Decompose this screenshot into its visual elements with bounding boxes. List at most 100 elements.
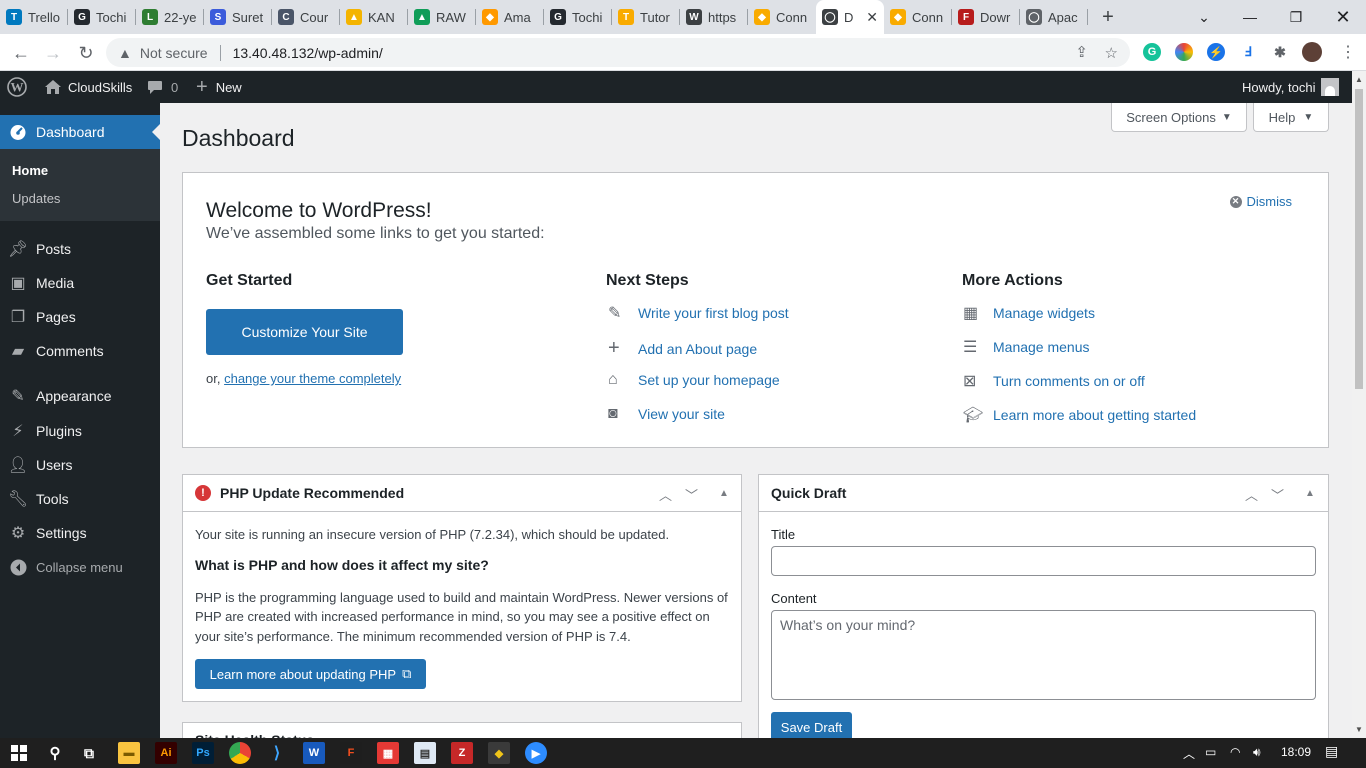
menu-tools[interactable]: 🔧︎ Tools [0, 482, 160, 516]
scroll-down-arrow-icon[interactable]: ▼ [1355, 725, 1363, 734]
submenu-home[interactable]: Home [12, 163, 48, 178]
file-explorer-icon[interactable]: ▬ [118, 742, 140, 764]
wifi-icon[interactable]: ◠ [1230, 745, 1240, 759]
url-text[interactable]: 13.40.48.132/wp-admin/ [233, 45, 383, 61]
toggle-comments-link[interactable]: ⊠ Turn comments on or off [963, 371, 1145, 391]
browser-tab[interactable]: G Tochi [68, 0, 136, 34]
browser-tab[interactable]: ▲ RAW [408, 0, 476, 34]
write-post-link[interactable]: ✎ Write your first blog post [608, 303, 789, 323]
menu-settings[interactable]: ⚙ Settings [0, 516, 160, 550]
maximize-button[interactable]: ❐ [1273, 0, 1319, 34]
menu-dashboard[interactable]: Dashboard [0, 115, 160, 149]
menu-appearance[interactable]: ✎ Appearance [0, 379, 160, 413]
move-down-icon[interactable]: ﹀ [1271, 485, 1284, 504]
menu-plugins[interactable]: ⚡︎ Plugins [0, 414, 160, 448]
widget-header[interactable]: ! PHP Update Recommended [183, 475, 741, 512]
share-icon[interactable]: ⇪ [1075, 43, 1088, 61]
browser-tab[interactable]: Whttps [680, 0, 748, 34]
browser-tab[interactable]: ◆ Conn [884, 0, 952, 34]
browser-tab[interactable]: ◆ Ama [476, 0, 544, 34]
toggle-panel-icon[interactable]: ▲ [719, 488, 729, 499]
address-bar[interactable]: ▲ Not secure 13.40.48.132/wp-admin/ ⇪ ☆ [106, 38, 1130, 67]
tray-expand-icon[interactable]: ︿ [1183, 745, 1195, 762]
menu-comments[interactable]: ▰ Comments [0, 334, 160, 368]
tabs-extension-icon[interactable]: Ⅎ [1239, 43, 1257, 61]
comments-link[interactable]: 0 [147, 71, 178, 103]
battery-icon[interactable]: ▭ [1205, 745, 1216, 759]
draft-title-input[interactable] [771, 546, 1316, 576]
setup-homepage-link[interactable]: ⌂ Set up your homepage [608, 371, 780, 389]
figma-icon[interactable]: F [340, 742, 362, 764]
draft-content-textarea[interactable] [771, 610, 1316, 700]
windows-start-icon[interactable] [8, 742, 30, 764]
menu-pages[interactable]: ❐ Pages [0, 300, 160, 334]
wordpress-logo-icon[interactable]: W [7, 71, 27, 103]
back-icon[interactable]: ← [9, 41, 33, 65]
view-site-link[interactable]: ◙ View your site [608, 405, 725, 423]
extensions-puzzle-icon[interactable]: ✱ [1271, 43, 1289, 61]
browser-tab[interactable]: G Tochi [544, 0, 612, 34]
browser-tab[interactable]: T Trello [0, 0, 68, 34]
browser-tab[interactable]: ◯ Apac [1020, 0, 1088, 34]
minimize-button[interactable]: — [1227, 0, 1273, 34]
filezilla-icon[interactable]: Z [451, 742, 473, 764]
site-name-link[interactable]: CloudSkills [44, 71, 132, 103]
learn-more-php-button[interactable]: Learn more about updating PHP ⧉ [195, 659, 426, 689]
browser-tab[interactable]: S Suret [204, 0, 272, 34]
grammarly-extension-icon[interactable]: G [1143, 43, 1161, 61]
move-up-icon[interactable]: ︿ [1245, 485, 1258, 504]
bookmark-star-icon[interactable]: ☆ [1105, 44, 1118, 62]
browser-tab[interactable]: T Tutor [612, 0, 680, 34]
browser-tab[interactable]: ▲ KAN [340, 0, 408, 34]
reload-icon[interactable]: ↻ [74, 41, 98, 65]
new-tab-button[interactable]: + [1088, 0, 1128, 34]
notepad-icon[interactable]: ▤ [414, 742, 436, 764]
calendar-app-icon[interactable]: ▦ [377, 742, 399, 764]
browser-tab[interactable]: ◆ Conn [748, 0, 816, 34]
browser-menu-icon[interactable]: ⋮ [1340, 42, 1356, 62]
illustrator-icon[interactable]: Ai [155, 742, 177, 764]
move-down-icon[interactable]: ﹀ [685, 485, 698, 504]
submenu-updates[interactable]: Updates [12, 191, 60, 206]
browser-tab[interactable]: F Dowr [952, 0, 1020, 34]
browser-tab[interactable]: L 22-ye [136, 0, 204, 34]
learn-more-link[interactable]: 🎓︎ Learn more about getting started [963, 405, 1196, 425]
volume-icon[interactable]: 🔊︎ [1253, 745, 1261, 760]
chrome-icon[interactable] [229, 742, 251, 764]
toggle-panel-icon[interactable]: ▲ [1305, 488, 1315, 499]
add-about-page-link[interactable]: + Add an About page [608, 337, 757, 360]
scrollbar-thumb[interactable] [1355, 89, 1363, 389]
help-button[interactable]: Help ▼ [1253, 103, 1329, 132]
forward-icon[interactable]: → [41, 41, 65, 65]
menu-users[interactable]: 👤︎ Users [0, 448, 160, 482]
zoom-icon[interactable]: ▶ [525, 742, 547, 764]
manage-widgets-link[interactable]: ▦ Manage widgets [963, 303, 1095, 323]
notifications-icon[interactable]: ▤ [1325, 743, 1338, 760]
browser-tab[interactable]: ◯ D ✕ [816, 0, 884, 34]
dismiss-link[interactable]: ✕ Dismiss [1229, 194, 1292, 209]
move-up-icon[interactable]: ︿ [659, 485, 672, 504]
photoshop-icon[interactable]: Ps [192, 742, 214, 764]
color-picker-extension-icon[interactable] [1175, 43, 1193, 61]
vpn-extension-icon[interactable]: ⚡ [1207, 43, 1225, 61]
word-icon[interactable]: W [303, 742, 325, 764]
manage-menus-link[interactable]: ☰ Manage menus [963, 337, 1090, 357]
menu-media[interactable]: ▣ Media [0, 266, 160, 300]
collapse-menu-button[interactable]: Collapse menu [0, 550, 160, 584]
browser-tab[interactable]: C Cour [272, 0, 340, 34]
screen-options-button[interactable]: Screen Options ▼ [1111, 103, 1247, 132]
task-view-icon[interactable]: ⧉ [78, 742, 100, 764]
warning-icon[interactable]: ▲ [118, 45, 132, 61]
close-window-button[interactable]: ✕ [1320, 0, 1366, 34]
menu-posts[interactable]: 📌︎ Posts [0, 232, 160, 266]
page-scrollbar[interactable]: ▲ ▼ [1352, 71, 1366, 738]
vscode-icon[interactable]: ⟩ [266, 742, 288, 764]
my-account-link[interactable]: Howdy, tochi [1242, 71, 1340, 103]
scroll-up-arrow-icon[interactable]: ▲ [1355, 75, 1363, 84]
git-icon[interactable]: ◆ [488, 742, 510, 764]
profile-avatar[interactable] [1302, 42, 1322, 62]
change-theme-link[interactable]: change your theme completely [224, 371, 401, 386]
clock[interactable]: 18:09 [1281, 745, 1311, 759]
new-content-link[interactable]: + New [196, 71, 242, 103]
widget-header[interactable]: Quick Draft [759, 475, 1328, 512]
